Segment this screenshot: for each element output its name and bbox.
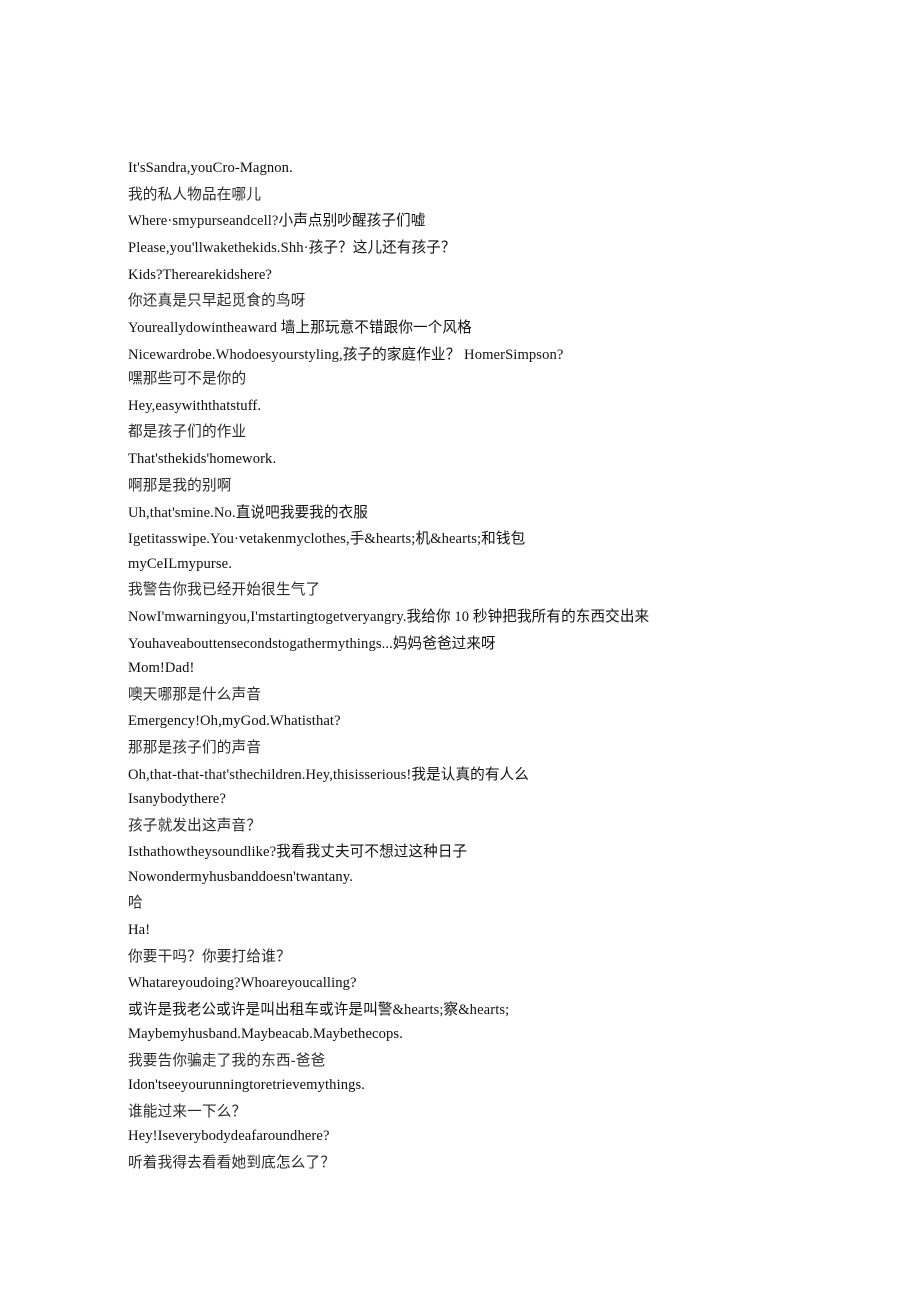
transcript-line: 谁能过来一下么？: [128, 1104, 247, 1121]
transcript-line: Nowondermyhusbanddoesn'twantany.: [128, 868, 353, 885]
transcript-line: Nicewardrobe.Whodoesyourstyling,孩子的家庭作业？…: [128, 346, 564, 363]
transcript-line: 听着我得去看看她到底怎么了？: [128, 1155, 336, 1171]
transcript-line: 我警告你我已经开始很生气了: [128, 582, 321, 599]
transcript-line: Youhaveabouttensecondstogathermythings..…: [128, 635, 496, 652]
transcript-line: Oh,that-that-that'sthechildren.Hey,thisi…: [128, 766, 529, 783]
transcript-line: Hey!Iseverybodydeafaroundhere?: [128, 1128, 330, 1145]
transcript-line: Maybemyhusband.Maybeacab.Maybethecops.: [128, 1026, 403, 1043]
transcript-line: 孩子就发出这声音？: [128, 817, 262, 834]
transcript-line: 都是孩子们的作业: [128, 424, 247, 441]
transcript-line: Ha!: [128, 921, 151, 938]
document-page: It'sSandra,youCro-Magnon. 我的私人物品在哪儿 Where·…: [0, 0, 920, 1301]
transcript-line: 你要干吗？你要打给谁？: [128, 948, 291, 965]
transcript-line: Idon'tseeyourunningtoretrievemythings.: [128, 1077, 366, 1094]
transcript-line: 嘿那些可不是你的: [128, 371, 247, 388]
transcript-line: Whatareyoudoing?Whoareyoucalling?: [128, 975, 357, 992]
transcript-line: Uh,that'smine.No.直说吧我要我的衣服: [128, 504, 368, 521]
transcript-line: 那那是孩子们的声音: [128, 739, 262, 756]
transcript-line: NowI'mwarningyou,I'mstartingtogetveryang…: [128, 608, 650, 625]
transcript-line: It'sSandra,youCro-Magnon.: [128, 160, 293, 176]
transcript-line: Kids?Therearekidshere?: [128, 266, 273, 283]
transcript-line: Hey,easywiththatstuff.: [128, 397, 262, 414]
transcript-line: Emergency!Oh,myGod.Whatisthat?: [128, 713, 341, 730]
transcript-body: It'sSandra,youCro-Magnon. 我的私人物品在哪儿 Where·…: [128, 156, 793, 1175]
transcript-line: Mom!Dad!: [128, 659, 195, 676]
transcript-line: Please,you'llwakethekids.Shh·孩子？这儿还有孩子？: [128, 240, 456, 257]
transcript-line: 我要告你骗走了我的东西-爸爸: [128, 1053, 326, 1070]
transcript-line: Isanybodythere?: [128, 790, 226, 807]
transcript-line: That'sthekids'homework.: [128, 451, 277, 468]
transcript-line: 啊那是我的别啊: [128, 477, 232, 494]
transcript-line: 哈: [128, 895, 143, 912]
transcript-line: Isthathowtheysoundlike?我看我丈夫可不想过这种日子: [128, 844, 468, 861]
transcript-line: 或许是我老公或许是叫出租车或许是叫警&hearts;察&hearts;: [128, 1002, 510, 1019]
transcript-line: myCeILmypurse.: [128, 555, 232, 572]
transcript-line: 你还真是只早起觅食的鸟呀: [128, 293, 306, 310]
transcript-line: 噢天哪那是什么声音: [128, 686, 262, 703]
transcript-line: Igetitasswipe.You·vetakenmyclothes,手&hea…: [128, 531, 526, 548]
transcript-line: 我的私人物品在哪儿: [128, 186, 262, 203]
transcript-line: Youreallydowintheaward 墙上那玩意不错跟你一个风格: [128, 320, 472, 337]
transcript-line: Where·smypurseandcell?小声点别吵醒孩子们嘘: [128, 213, 426, 230]
